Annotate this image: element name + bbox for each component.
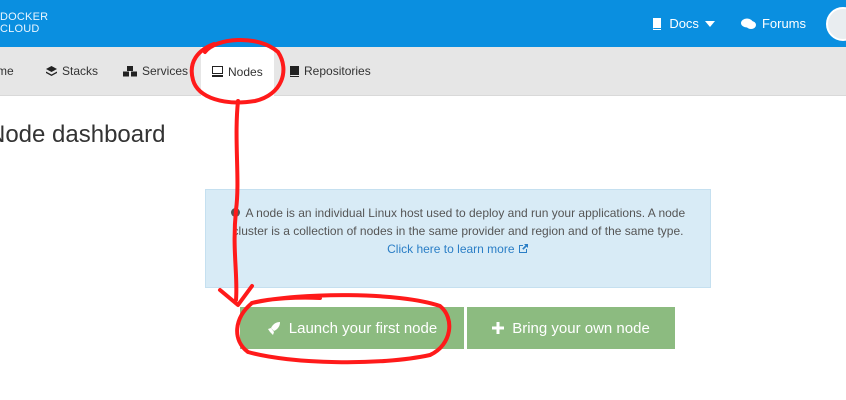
brand-logo[interactable]: DOCKER CLOUD [0, 11, 48, 35]
tab-repositories[interactable]: Repositories [289, 47, 371, 95]
bring-own-node-button[interactable]: Bring your own node [467, 307, 675, 349]
forums-label: Forums [761, 16, 806, 31]
layers-icon [46, 65, 57, 76]
tab-services[interactable]: Services [123, 47, 188, 95]
plus-icon [492, 322, 505, 334]
launch-label: Launch your first node [288, 319, 438, 337]
tab-nodes[interactable]: Nodes [201, 47, 274, 96]
avatar[interactable] [826, 6, 846, 41]
caret-down-icon [704, 20, 715, 27]
book-icon [290, 65, 299, 77]
comments-icon [740, 18, 756, 29]
forums-link[interactable]: Forums [740, 16, 806, 31]
rocket-icon [267, 322, 280, 335]
learn-more-link[interactable]: Click here to learn more [387, 242, 529, 256]
docs-dropdown[interactable]: Docs [651, 16, 721, 31]
info-text: A node is an individual Linux host used … [232, 206, 686, 238]
top-bar: DOCKER CLOUD Docs Forums [0, 0, 846, 47]
learn-more-label: Click here to learn more [387, 242, 515, 256]
tab-stacks[interactable]: Stacks [46, 47, 98, 95]
arrow-head-annotation [218, 284, 254, 307]
tab-label: me [0, 64, 14, 78]
brand-line-2: CLOUD [0, 23, 40, 35]
info-panel: A node is an individual Linux host used … [205, 189, 711, 288]
sub-nav: me Stacks Services Nodes Repositories [0, 47, 846, 96]
top-nav: Docs Forums [651, 0, 846, 47]
info-icon [230, 208, 240, 217]
cubes-icon [123, 65, 137, 76]
tab-label: Stacks [62, 64, 99, 78]
external-link-icon [518, 244, 528, 253]
tab-label: Nodes [228, 64, 263, 79]
tab-home[interactable]: me [0, 47, 14, 95]
docs-label: Docs [669, 16, 699, 31]
tab-label: Services [142, 64, 189, 78]
server-icon [212, 66, 223, 77]
launch-first-node-button[interactable]: Launch your first node [240, 307, 464, 349]
page-title: Node dashboard [0, 121, 166, 148]
book-icon [653, 18, 662, 30]
tab-label: Repositories [304, 64, 371, 78]
brand-line-1: DOCKER [0, 11, 49, 23]
bring-label: Bring your own node [512, 319, 650, 337]
